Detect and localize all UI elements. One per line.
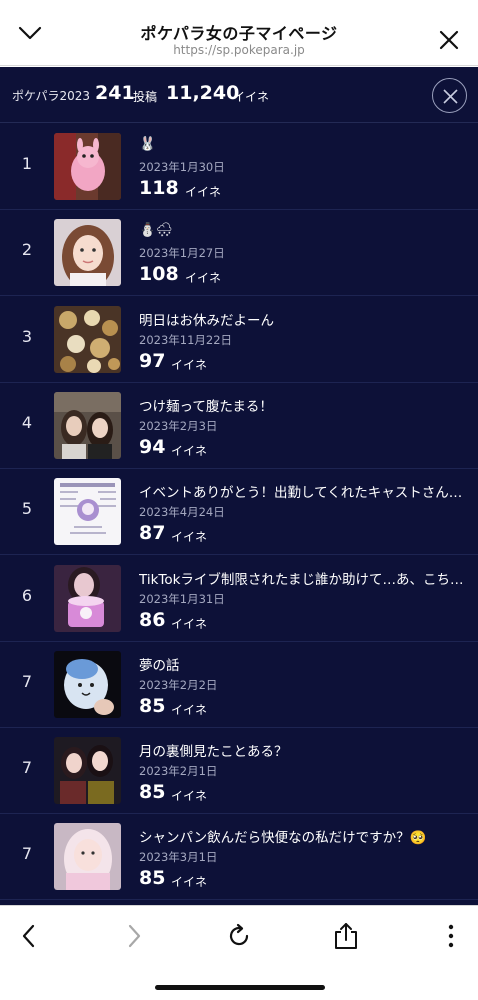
post-title: イベントありがとう！出勤してくれたキャストさん…: [139, 485, 463, 502]
post-date: 2023年4月24日: [139, 505, 225, 520]
post-title: シャンパン飲んだら快便なの私だけですか？🥺: [139, 830, 427, 847]
posts-count: 241: [95, 82, 135, 104]
rank-number: 3: [21, 326, 33, 346]
post-thumbnail[interactable]: [54, 478, 121, 546]
like-count: 94: [139, 435, 166, 458]
like-unit: イイネ: [185, 271, 222, 286]
like-count: 87: [139, 522, 166, 545]
post-date: 2023年1月30日: [139, 160, 225, 174]
close-icon[interactable]: [438, 29, 460, 51]
ranking-row[interactable]: 5 イベントありがとう！出勤してくれたキャストさん… 2023年4月24日 87 イイネ: [0, 469, 478, 556]
post-date: 2023年11月22日: [139, 332, 233, 347]
rank-number: 4: [21, 412, 33, 432]
like-unit: イイネ: [185, 185, 222, 199]
post-title: 月の裏側見たことある？: [139, 744, 288, 761]
rank-number: 2: [21, 240, 33, 260]
page-title: ポケパラ女の子マイページ: [140, 24, 338, 43]
share-icon[interactable]: [331, 921, 361, 951]
like-unit: イイネ: [171, 357, 208, 372]
post-title: ⛄🌨: [139, 222, 173, 239]
ranking-row[interactable]: 7 月の裏側見たことある？ 2023年2月1日 85 イイネ: [0, 728, 478, 815]
post-thumbnail[interactable]: [54, 305, 121, 373]
post-date: 2023年1月31日: [139, 591, 225, 606]
rank-number: 7: [21, 758, 33, 778]
like-unit: イイネ: [171, 702, 208, 717]
post-thumbnail[interactable]: [54, 391, 121, 459]
reload-icon[interactable]: [224, 921, 254, 951]
ranking-row[interactable]: 1 🐰 2023年1月30日 118 イイネ: [0, 124, 478, 210]
post-title: TikTokライブ制限されたまじ誰か助けて…あ、こち…: [139, 571, 464, 588]
post-thumbnail[interactable]: [54, 564, 121, 632]
chevron-right-icon[interactable]: [119, 921, 149, 951]
ranking-panel: ポケパラ2023 241 投稿 11,240 イイネ 1 🐰 2023年1月30日 1…: [0, 67, 478, 905]
likes-count: 11,240: [166, 82, 240, 104]
post-date: 2023年2月3日: [139, 418, 218, 433]
post-thumbnail[interactable]: [54, 219, 121, 287]
post-date: 2023年3月1日: [139, 850, 218, 865]
rank-number: 7: [21, 671, 33, 691]
ranking-row[interactable]: 4 つけ麺って腹たまる！ 2023年2月3日 94 イイネ: [0, 383, 478, 469]
like-count: 85: [139, 694, 166, 717]
like-count: 118: [139, 177, 179, 199]
post-title: 明日はお休みだよーん: [139, 312, 274, 329]
ranking-row[interactable]: 2 ⛄🌨 2023年1月27日 108 イイネ: [0, 210, 478, 297]
post-title: 夢の話: [139, 657, 180, 674]
like-unit: イイネ: [171, 616, 208, 631]
like-unit: イイネ: [171, 443, 208, 458]
like-unit: イイネ: [171, 875, 208, 890]
chevron-left-icon[interactable]: [14, 921, 44, 951]
rank-number: 7: [21, 844, 33, 864]
like-count: 86: [139, 608, 166, 631]
post-title: つけ麺って腹たまる！: [139, 398, 273, 415]
page-url: https://sp.pokepara.jp: [173, 43, 305, 57]
post-date: 2023年2月2日: [139, 677, 218, 692]
browser-header: ポケパラ女の子マイページ https://sp.pokepara.jp: [0, 0, 478, 66]
post-thumbnail[interactable]: [54, 133, 121, 200]
post-date: 2023年1月27日: [139, 246, 225, 261]
post-thumbnail[interactable]: [54, 823, 121, 891]
rank-number: 1: [21, 154, 33, 173]
like-unit: イイネ: [171, 530, 208, 545]
rank-number: 5: [21, 499, 33, 519]
ranking-row[interactable]: 7 シャンパン飲んだら快便なの私だけですか？🥺 2023年3月1日 85 イイネ: [0, 814, 478, 901]
summary-bar: ポケパラ2023 241 投稿 11,240 イイネ: [0, 67, 478, 123]
close-panel-button[interactable]: [432, 78, 467, 113]
posts-unit: 投稿: [133, 90, 158, 104]
home-indicator[interactable]: [155, 985, 325, 990]
post-thumbnail[interactable]: [54, 737, 121, 805]
like-unit: イイネ: [171, 789, 208, 804]
ranking-row[interactable]: 6 TikTokライブ制限されたまじ誰か助けて…あ、こち… 2023年1月31日 86…: [0, 556, 478, 642]
like-count: 85: [139, 867, 166, 890]
rank-number: 6: [21, 585, 33, 605]
like-count: 108: [139, 263, 179, 286]
ranking-row[interactable]: 3 明日はお休みだよーん 2023年11月22日 97 イイネ: [0, 297, 478, 383]
close-icon: [443, 89, 458, 104]
post-date: 2023年2月1日: [139, 764, 218, 779]
ranking-row[interactable]: 7 夢の話 2023年2月2日 85 イイネ: [0, 642, 478, 728]
like-count: 97: [139, 349, 166, 372]
post-title: 🐰: [139, 136, 156, 152]
more-vertical-icon[interactable]: [436, 921, 466, 951]
likes-unit: イイネ: [233, 90, 270, 104]
post-thumbnail[interactable]: [54, 650, 121, 718]
like-count: 85: [139, 781, 166, 804]
year-tag: ポケパラ2023: [12, 89, 91, 103]
